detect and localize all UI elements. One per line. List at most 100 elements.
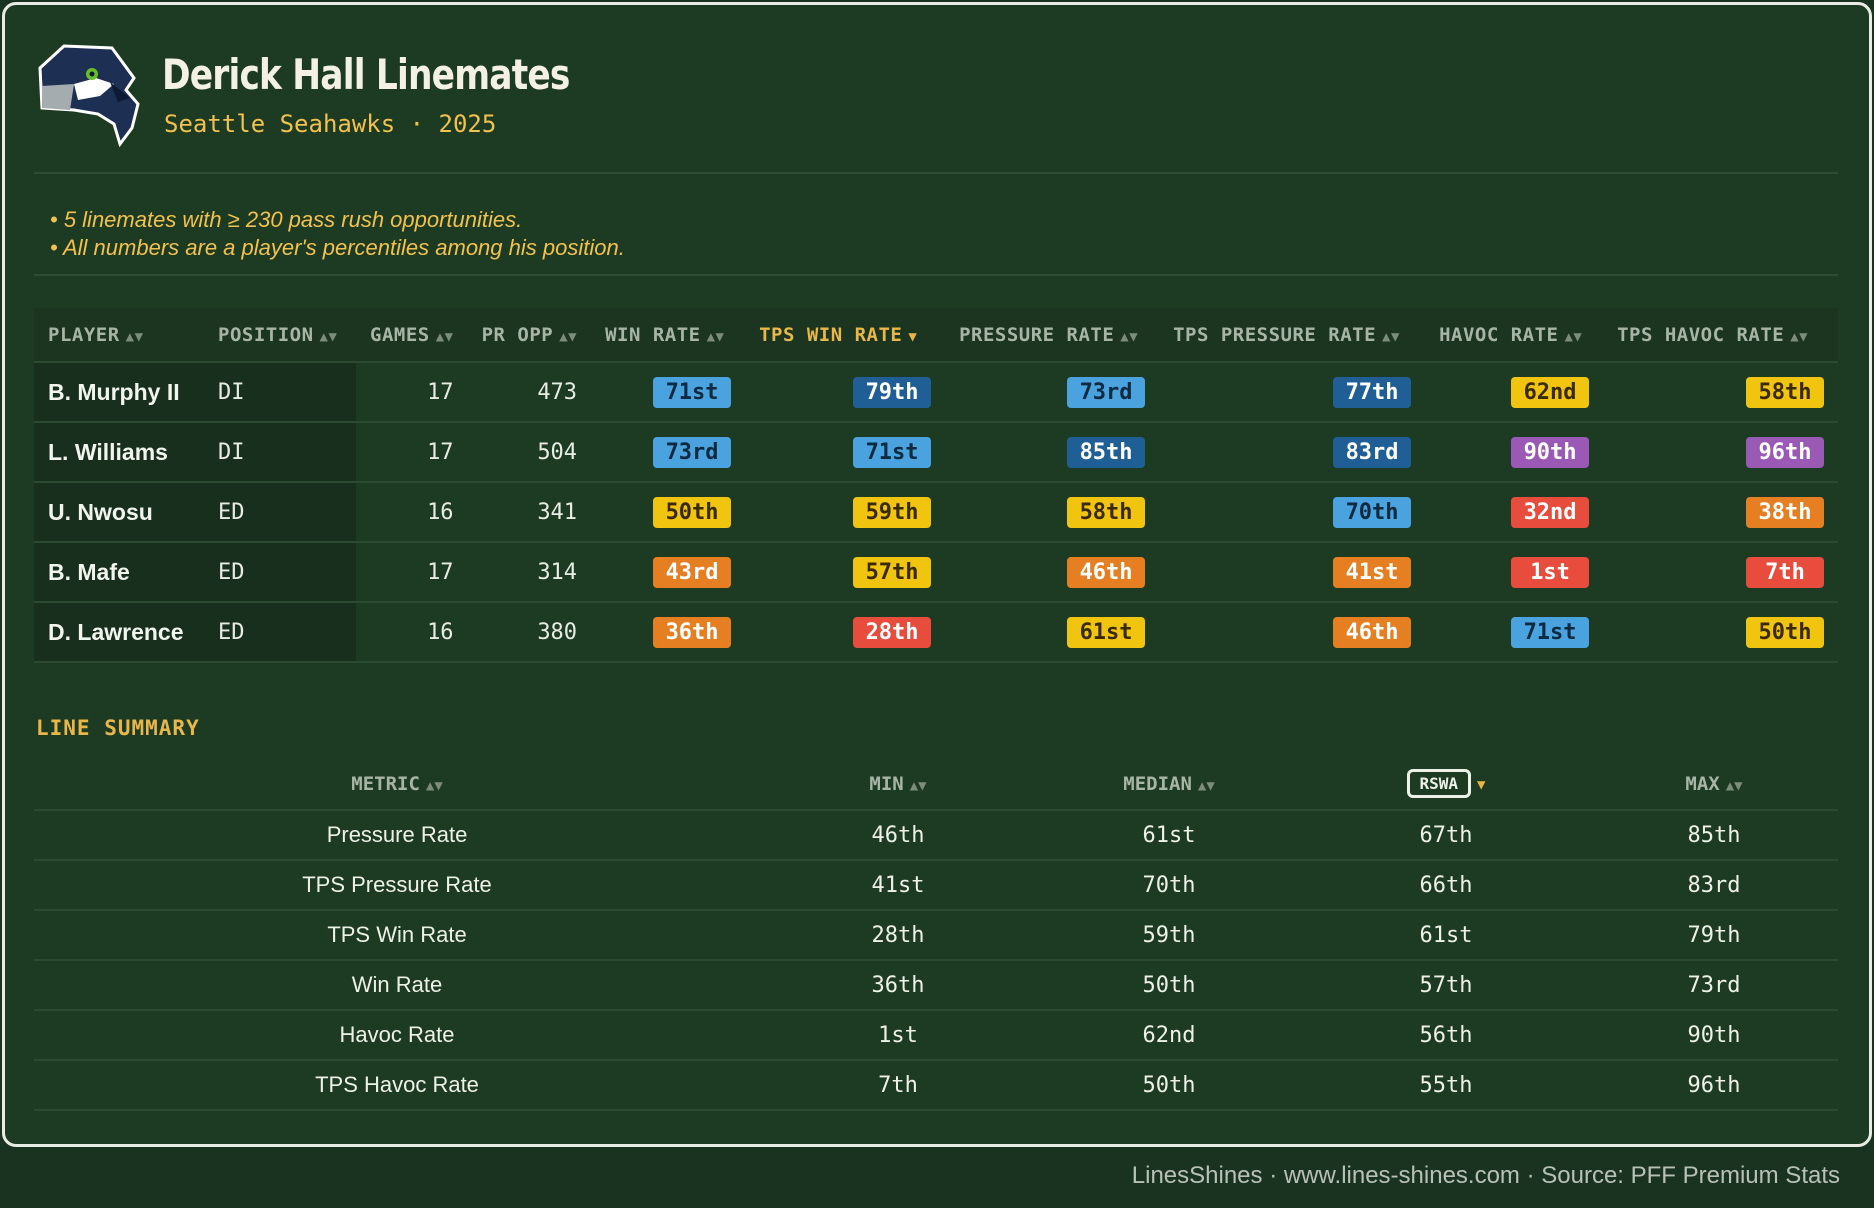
cell-pressure-rate: 85th xyxy=(945,422,1160,483)
percentile-badge: 28th xyxy=(853,616,932,648)
min-value: 36th xyxy=(760,960,1036,1011)
column-header-pressure-rate[interactable]: PRESSURE RATE ▲▼ xyxy=(945,308,1160,363)
cell-win-rate: 71st xyxy=(591,362,746,423)
rswa-value: 67th xyxy=(1302,810,1590,861)
rswa-value: 57th xyxy=(1302,960,1590,1011)
footer-credits: LinesShines · www.lines-shines.com · Sou… xyxy=(1131,1162,1840,1189)
percentile-badge: 57th xyxy=(853,556,932,588)
column-header-tps-win-rate[interactable]: TPS WIN RATE ▼ xyxy=(745,308,946,363)
percentile-badge: 32nd xyxy=(1511,496,1590,528)
column-header-position[interactable]: POSITION ▲▼ xyxy=(204,308,356,363)
percentile-badge: 50th xyxy=(1746,616,1824,648)
player-name: D. Lawrence xyxy=(34,602,204,663)
column-header-player[interactable]: PLAYER ▲▼ xyxy=(34,308,204,363)
cell-pressure-rate: 46th xyxy=(945,542,1160,603)
median-value: 70th xyxy=(1036,860,1302,911)
max-value: 90th xyxy=(1590,1010,1838,1061)
metric-name: TPS Havoc Rate xyxy=(34,1060,760,1111)
cell-tps-win-rate: 57th xyxy=(745,542,946,603)
pr-opp-value: 473 xyxy=(467,362,592,423)
median-value: 62nd xyxy=(1036,1010,1302,1061)
sort-arrows-icon: ▲▼ xyxy=(559,328,578,345)
metric-name: TPS Pressure Rate xyxy=(34,860,760,911)
percentile-badge: 83rd xyxy=(1333,436,1412,468)
sort-arrows-icon: ▲▼ xyxy=(706,328,725,345)
cell-tps-pressure-rate: 83rd xyxy=(1159,422,1426,483)
player-name: U. Nwosu xyxy=(34,482,204,543)
cell-tps-havoc-rate: 7th xyxy=(1603,542,1838,603)
max-value: 85th xyxy=(1590,810,1838,861)
rswa-value: 56th xyxy=(1302,1010,1590,1061)
median-value: 59th xyxy=(1036,910,1302,961)
cell-tps-win-rate: 59th xyxy=(745,482,946,543)
column-header-tps-pressure-rate[interactable]: TPS PRESSURE RATE ▲▼ xyxy=(1159,308,1426,363)
player-name: B. Murphy II xyxy=(34,362,204,423)
sort-arrows-icon: ▲▼ xyxy=(1564,328,1583,345)
table-header-row: METRIC ▲▼ MIN ▲▼ MEDIAN ▲▼ RSWA ▼ MAX ▲▼ xyxy=(34,758,1838,811)
section-title-line-summary: LINE SUMMARY xyxy=(36,716,200,740)
column-header-min[interactable]: MIN ▲▼ xyxy=(760,758,1036,811)
cell-win-rate: 50th xyxy=(591,482,746,543)
cell-tps-pressure-rate: 77th xyxy=(1159,362,1426,423)
percentile-badge: 58th xyxy=(1067,496,1146,528)
percentile-badge: 71st xyxy=(853,436,932,468)
divider xyxy=(34,172,1838,174)
cell-havoc-rate: 62nd xyxy=(1425,362,1604,423)
cell-tps-win-rate: 28th xyxy=(745,602,946,663)
line-summary-table: METRIC ▲▼ MIN ▲▼ MEDIAN ▲▼ RSWA ▼ MAX ▲▼ Pres… xyxy=(34,758,1838,1111)
cell-win-rate: 36th xyxy=(591,602,746,663)
note-item: • 5 linemates with ≥ 230 pass rush oppor… xyxy=(50,207,523,232)
column-header-pr-opp[interactable]: PR OPP ▲▼ xyxy=(467,308,592,363)
cell-tps-havoc-rate: 58th xyxy=(1603,362,1838,423)
min-value: 7th xyxy=(760,1060,1036,1111)
pr-opp-value: 504 xyxy=(467,422,592,483)
column-header-max[interactable]: MAX ▲▼ xyxy=(1590,758,1838,811)
cell-tps-win-rate: 79th xyxy=(745,362,946,423)
cell-tps-pressure-rate: 46th xyxy=(1159,602,1426,663)
cell-tps-havoc-rate: 38th xyxy=(1603,482,1838,543)
rswa-value: 55th xyxy=(1302,1060,1590,1111)
sort-desc-icon: ▼ xyxy=(908,328,918,345)
sort-arrows-icon: ▲▼ xyxy=(425,777,443,794)
sort-arrows-icon: ▲▼ xyxy=(1197,777,1215,794)
max-value: 79th xyxy=(1590,910,1838,961)
table-row: TPS Win Rate 28th 59th 61st 79th xyxy=(34,910,1838,961)
percentile-badge: 50th xyxy=(653,496,732,528)
metric-name: TPS Win Rate xyxy=(34,910,760,961)
note-item: • All numbers are a player's percentiles… xyxy=(50,235,625,260)
sort-arrows-icon: ▲▼ xyxy=(435,328,454,345)
column-header-havoc-rate[interactable]: HAVOC RATE ▲▼ xyxy=(1425,308,1604,363)
metric-name: Havoc Rate xyxy=(34,1010,760,1061)
column-header-games[interactable]: GAMES ▲▼ xyxy=(356,308,468,363)
cell-havoc-rate: 71st xyxy=(1425,602,1604,663)
sort-arrows-icon: ▲▼ xyxy=(909,777,927,794)
percentile-badge: 73rd xyxy=(1067,376,1146,408)
percentile-badge: 73rd xyxy=(653,436,732,468)
column-header-rswa[interactable]: RSWA ▼ xyxy=(1302,758,1590,811)
cell-win-rate: 43rd xyxy=(591,542,746,603)
column-header-win-rate[interactable]: WIN RATE ▲▼ xyxy=(591,308,746,363)
player-position: DI xyxy=(204,422,356,483)
percentile-badge: 1st xyxy=(1511,556,1590,588)
sort-desc-icon: ▼ xyxy=(1477,777,1486,793)
percentile-badge: 41st xyxy=(1333,556,1412,588)
percentile-badge: 46th xyxy=(1333,616,1412,648)
cell-tps-havoc-rate: 96th xyxy=(1603,422,1838,483)
percentile-badge: 70th xyxy=(1333,496,1412,528)
percentile-badge: 7th xyxy=(1746,556,1824,588)
sort-arrows-icon: ▲▼ xyxy=(1382,328,1400,345)
table-row: B. Mafe ED 17 314 43rd 57th 46th 41st 1st 7th xyxy=(34,542,1838,603)
column-header-metric[interactable]: METRIC ▲▼ xyxy=(34,758,760,811)
pr-opp-value: 314 xyxy=(467,542,592,603)
median-value: 61st xyxy=(1036,810,1302,861)
median-value: 50th xyxy=(1036,1060,1302,1111)
cell-havoc-rate: 32nd xyxy=(1425,482,1604,543)
column-header-tps-havoc-rate[interactable]: TPS HAVOC RATE ▲▼ xyxy=(1603,308,1838,363)
cell-havoc-rate: 90th xyxy=(1425,422,1604,483)
percentile-badge: 58th xyxy=(1746,376,1824,408)
max-value: 83rd xyxy=(1590,860,1838,911)
column-header-median[interactable]: MEDIAN ▲▼ xyxy=(1036,758,1302,811)
sort-arrows-icon: ▲▼ xyxy=(125,328,144,345)
metric-name: Pressure Rate xyxy=(34,810,760,861)
games-value: 17 xyxy=(356,362,468,423)
